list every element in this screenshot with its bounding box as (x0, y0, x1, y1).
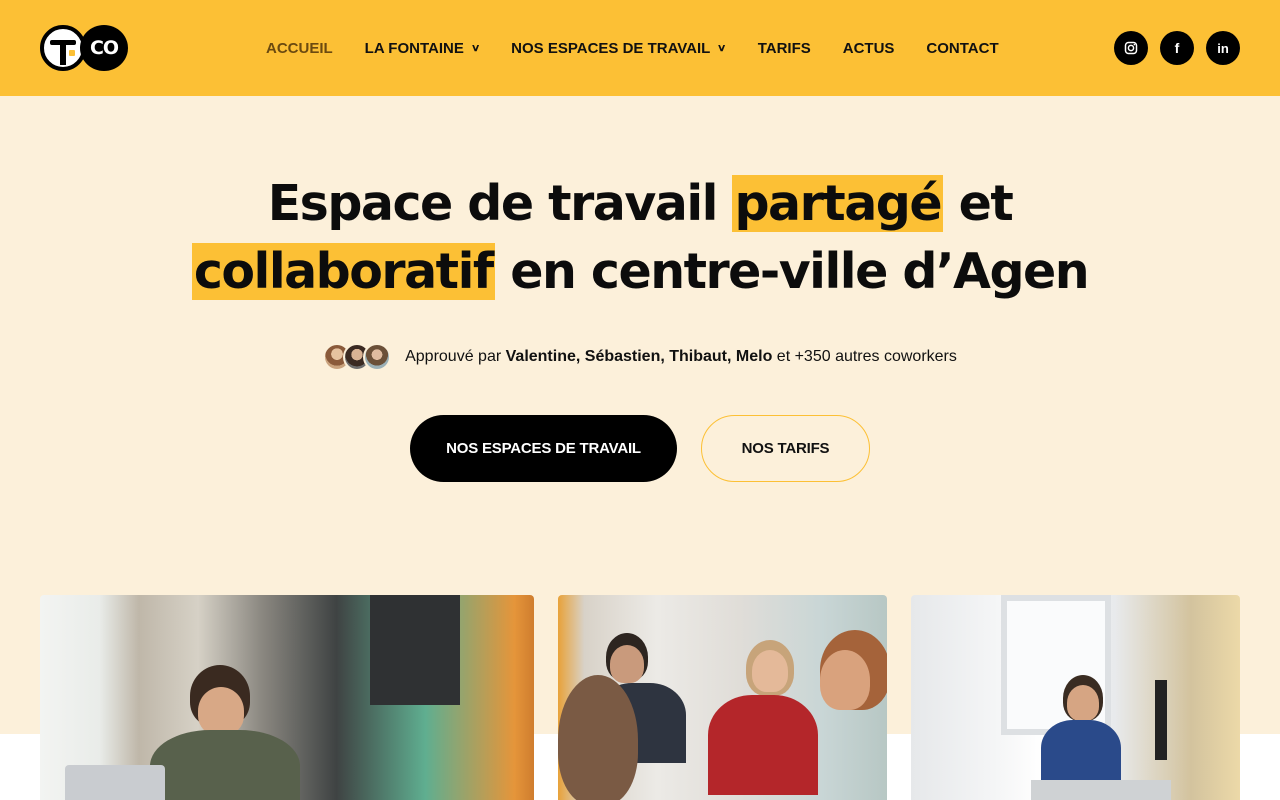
approved-names: Valentine, Sébastien, Thibaut, Melo (505, 348, 773, 365)
hero-title: Espace de travail partagé et collaborati… (0, 170, 1280, 306)
nav-item-label: ACTUS (842, 39, 895, 57)
site-header: CO ACCUEIL LA FONTAINE ∨ NOS ESPACES DE … (0, 0, 1280, 96)
nav-item-la-fontaine[interactable]: LA FONTAINE ∨ (364, 39, 481, 57)
title-highlight: collaboratif (191, 243, 495, 300)
nav-item-nos-espaces[interactable]: NOS ESPACES DE TRAVAIL ∨ (511, 39, 727, 57)
title-text: Espace de travail (267, 175, 733, 232)
nav-item-accueil[interactable]: ACCUEIL (266, 40, 333, 57)
chevron-down-icon: ∨ (470, 42, 481, 54)
social-links: f in (1102, 31, 1240, 65)
chevron-down-icon: ∨ (717, 42, 727, 54)
nav-item-tarifs[interactable]: TARIFS (758, 40, 811, 57)
avatar (363, 343, 392, 371)
nos-espaces-button[interactable]: NOS ESPACES DE TRAVAIL (410, 415, 677, 482)
coworking-photo (558, 595, 887, 800)
title-highlight: partagé (732, 175, 944, 232)
avatar-group (323, 343, 392, 371)
main-nav: ACCUEIL LA FONTAINE ∨ NOS ESPACES DE TRA… (266, 38, 1031, 58)
nav-item-contact[interactable]: CONTACT (926, 40, 998, 57)
coworking-photo (40, 595, 534, 800)
linkedin-icon[interactable]: in (1206, 31, 1240, 65)
facebook-icon[interactable]: f (1160, 31, 1194, 65)
approved-prefix: Approuvé par (405, 348, 506, 365)
coworking-photo (911, 595, 1240, 800)
logo-co-mark: CO (80, 25, 128, 71)
nav-item-label: CONTACT (926, 39, 999, 57)
approved-suffix: et +350 autres coworkers (772, 348, 957, 365)
title-text: en centre-ville d’Agen (494, 243, 1089, 300)
nos-tarifs-button[interactable]: NOS TARIFS (701, 415, 870, 482)
instagram-icon[interactable] (1114, 31, 1148, 65)
social-proof: Approuvé par Valentine, Sébastien, Thiba… (0, 343, 1280, 371)
title-text: et (943, 175, 1014, 232)
site-logo[interactable]: CO (40, 25, 130, 71)
nav-item-label: TARIFS (757, 39, 811, 57)
nav-item-actus[interactable]: ACTUS (843, 40, 895, 57)
nav-item-label: LA FONTAINE (364, 39, 464, 57)
nav-item-label: NOS ESPACES DE TRAVAIL (511, 39, 711, 57)
nav-item-label: ACCUEIL (266, 39, 333, 57)
approved-text: Approuvé par Valentine, Sébastien, Thiba… (405, 348, 957, 366)
